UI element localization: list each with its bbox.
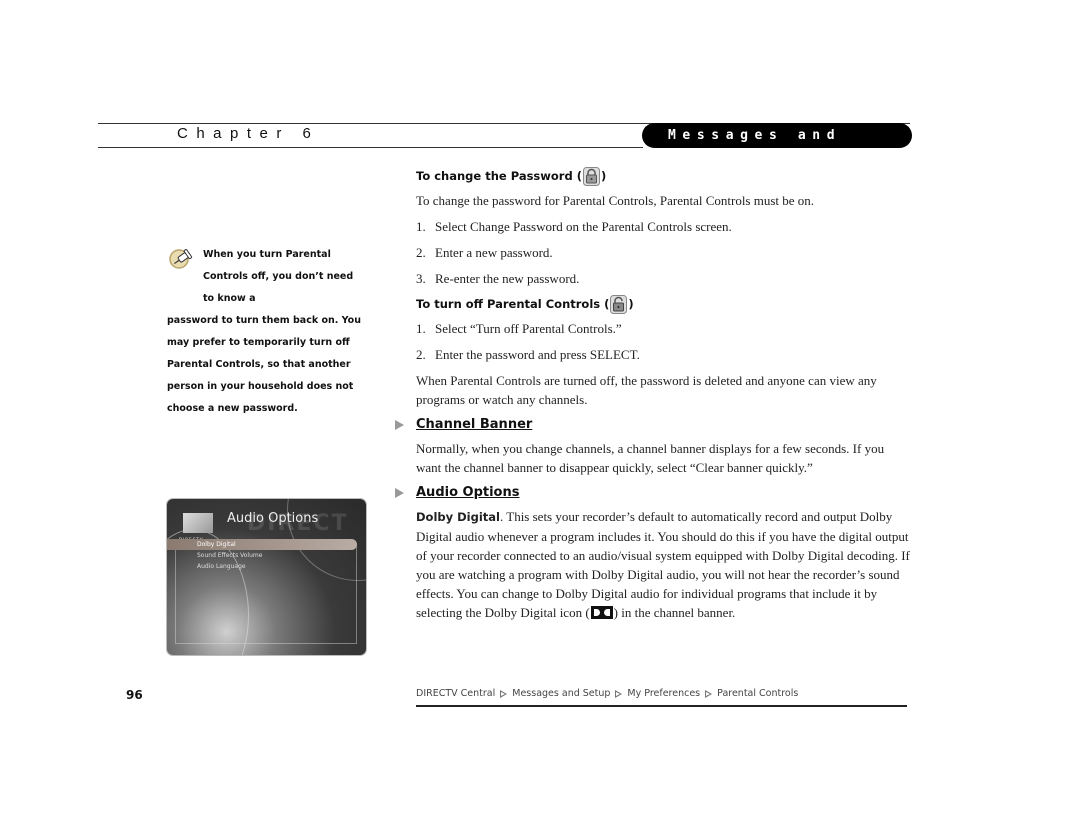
heading-text: ) [600, 169, 607, 183]
paragraph-text: ) in the channel banner. [613, 605, 736, 620]
header-rule [98, 147, 643, 148]
list-item: 2. Enter a new password. [416, 243, 910, 262]
step-number: 2. [416, 347, 426, 362]
breadcrumb: DIRECTV Central Messages and Setup My Pr… [416, 688, 798, 699]
screenshot-menu: Dolby Digital Sound Effects Volume Audio… [167, 539, 357, 572]
paragraph-text: . This sets your recorder’s default to a… [416, 509, 910, 620]
step-text: Enter a new password. [435, 245, 553, 260]
main-content: To change the Password ( ) To change the… [395, 165, 910, 622]
breadcrumb-item: DIRECTV Central [416, 688, 496, 699]
turn-off-outro: When Parental Controls are turned off, t… [416, 373, 877, 407]
menu-item-sound-effects-volume: Sound Effects Volume [197, 552, 263, 559]
directv-logo-icon [183, 513, 213, 533]
screenshot-title: Audio Options [227, 511, 319, 526]
footer-rule [416, 705, 907, 707]
chevron-right-icon [615, 689, 623, 698]
change-password-intro: To change the password for Parental Cont… [416, 193, 815, 208]
dolby-digital-term: Dolby Digital [416, 510, 500, 524]
audio-options-heading: Audio Options [395, 482, 910, 504]
chapter-label: Chapter 6 [177, 125, 320, 142]
audio-options-screenshot: DIRECT DIRECTV Audio Options Dolby Digit… [167, 499, 366, 655]
page-number: 96 [126, 688, 143, 702]
list-item: 3. Re-enter the new password. [416, 269, 910, 288]
tip-note-first-line: When you turn Parental Controls off, you… [203, 249, 354, 304]
breadcrumb-item: Parental Controls [717, 688, 799, 699]
chevron-right-icon [500, 689, 508, 698]
step-number: 3. [416, 271, 426, 286]
heading-text: Audio Options [416, 485, 520, 500]
change-password-heading: To change the Password ( ) [416, 165, 910, 187]
tip-note-rest: password to turn them back on. You may p… [167, 315, 361, 414]
triangle-right-icon [395, 488, 404, 498]
list-item: 1. Select “Turn off Parental Controls.” [416, 319, 910, 338]
section-title: Messages and Setup [642, 123, 912, 168]
channel-banner-text: Normally, when you change channels, a ch… [416, 441, 885, 475]
dolby-digital-icon [590, 606, 613, 619]
tip-note: When you turn Parental Controls off, you… [167, 244, 367, 420]
list-item: 2. Enter the password and press SELECT. [416, 345, 910, 364]
step-number: 1. [416, 219, 426, 234]
step-text: Select “Turn off Parental Controls.” [435, 321, 622, 336]
chevron-right-icon [705, 689, 713, 698]
audio-options-text: Dolby Digital. This sets your recorder’s… [416, 507, 910, 622]
heading-text: To turn off Parental Controls ( [416, 297, 610, 311]
step-text: Select Change Password on the Parental C… [435, 219, 732, 234]
step-text: Enter the password and press SELECT. [435, 347, 640, 362]
heading-text: To change the Password ( [416, 169, 582, 183]
lock-open-icon [610, 294, 628, 314]
step-number: 1. [416, 321, 426, 336]
breadcrumb-item: My Preferences [627, 688, 701, 699]
heading-text: ) [628, 297, 634, 311]
breadcrumb-item: Messages and Setup [512, 688, 611, 699]
triangle-right-icon [395, 420, 404, 430]
list-item: 1. Select Change Password on the Parenta… [416, 217, 910, 236]
menu-item-audio-language: Audio Language [197, 563, 246, 570]
menu-item-dolby-digital: Dolby Digital [167, 539, 357, 550]
step-text: Re-enter the new password. [435, 271, 580, 286]
heading-text: Channel Banner [416, 417, 533, 432]
turn-off-heading: To turn off Parental Controls ( ) [416, 293, 910, 315]
step-number: 2. [416, 245, 426, 260]
channel-banner-heading: Channel Banner [395, 414, 910, 436]
lock-closed-icon [582, 166, 600, 186]
